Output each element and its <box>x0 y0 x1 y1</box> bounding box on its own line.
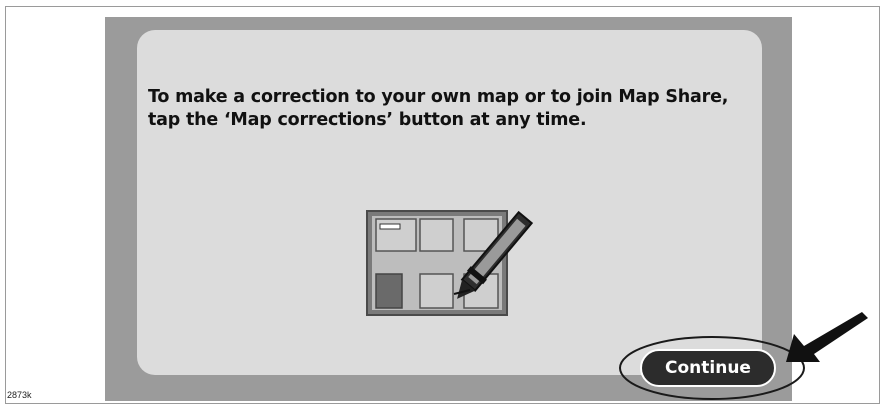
continue-button[interactable]: Continue <box>640 349 776 387</box>
map-label <box>379 223 401 230</box>
pointer-arrow-icon <box>786 312 868 362</box>
map-corrections-icon <box>366 210 534 316</box>
map-block <box>419 218 454 252</box>
map-block <box>419 273 454 309</box>
map-block-dark <box>375 273 403 309</box>
instruction-line-1: To make a correction to your own map or … <box>148 87 729 107</box>
instruction-line-2: tap the ‘Map corrections’ button at any … <box>148 110 587 130</box>
instruction-text: To make a correction to your own map or … <box>148 86 758 132</box>
figure-id: 2873k <box>7 390 32 400</box>
dialog-panel <box>137 30 762 375</box>
